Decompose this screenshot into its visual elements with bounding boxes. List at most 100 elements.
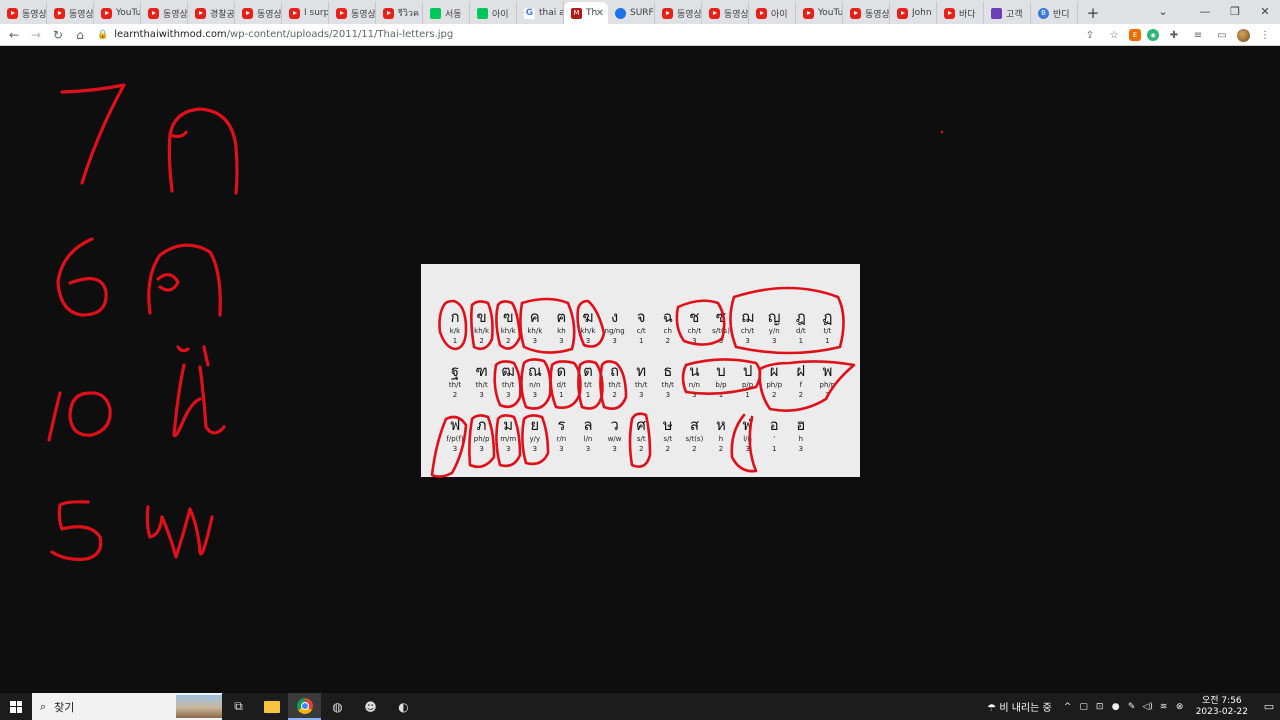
tab[interactable]: 동영상: [235, 2, 282, 24]
tab[interactable]: I surp: [282, 2, 329, 24]
thai-letter: ก: [450, 308, 460, 326]
volume-icon[interactable]: ◁): [1140, 702, 1156, 712]
minimize-icon[interactable]: —: [1190, 0, 1220, 22]
new-tab-icon[interactable]: +: [1082, 2, 1104, 24]
tab[interactable]: 아이: [749, 2, 796, 24]
letter-sound: n/n: [529, 381, 541, 389]
file-explorer-icon[interactable]: [255, 693, 288, 720]
weather-widget[interactable]: ☂ 비 내리는 중: [987, 699, 1052, 714]
app-icon-2[interactable]: ☻: [354, 693, 387, 720]
back-icon[interactable]: ←: [3, 24, 25, 46]
thai-letter-cell: ฎ d/t 1: [787, 308, 815, 346]
address-bar[interactable]: 🔒 learnthaiwithmod.com/wp-content/upload…: [97, 25, 1057, 45]
thai-letter-cell: บ b/p 1: [707, 362, 735, 400]
forward-icon[interactable]: →: [25, 24, 47, 46]
handwritten-number-5: [50, 500, 103, 561]
tray-expand-icon[interactable]: ^: [1060, 702, 1076, 712]
bookmark-star-icon[interactable]: ☆: [1105, 26, 1123, 44]
thai-letter-cell: ฉ ch 2: [654, 308, 682, 346]
letter-class: 3: [718, 337, 724, 345]
tab-label: 동영상: [257, 9, 281, 20]
tab[interactable]: 경찰공: [188, 2, 235, 24]
lock-status-icon[interactable]: ⊡: [1092, 702, 1108, 712]
tab-active[interactable]: M Th ✕: [564, 2, 608, 24]
windows-taskbar: ⌕ 찾기 ⧉ ◍ ☻ ◐ ☂ 비 내리는 중 ^ ▢ ⊡ ● ✎ ◁) ≋ ⊗ …: [0, 693, 1280, 720]
tab[interactable]: รีวิวค: [376, 2, 423, 24]
thai-letter: ง: [610, 308, 619, 326]
app-icon-1[interactable]: ◍: [321, 693, 354, 720]
thai-letter: ช: [689, 308, 700, 326]
start-button[interactable]: [0, 693, 32, 720]
restore-icon[interactable]: ❐: [1220, 0, 1250, 22]
handwritten-letter-kho: [147, 243, 222, 317]
reading-list-icon[interactable]: ≡: [1189, 26, 1207, 44]
letter-class: 3: [745, 337, 750, 345]
letter-sound: s/t(s): [685, 435, 704, 443]
tab[interactable]: 동영상: [329, 2, 376, 24]
letter-class: 2: [798, 391, 804, 399]
tab-search-icon[interactable]: ⌄: [1148, 0, 1178, 22]
tab[interactable]: 동영상: [843, 2, 890, 24]
side-panel-icon[interactable]: ▭: [1213, 26, 1231, 44]
tab[interactable]: B 반디: [1031, 2, 1078, 24]
tab[interactable]: 서동: [423, 2, 470, 24]
thai-letter-cell: อ ' 1: [760, 416, 788, 454]
chat-icon[interactable]: ▢: [1076, 702, 1092, 712]
tab[interactable]: John: [890, 2, 937, 24]
letter-sound: kh/k: [500, 327, 516, 335]
close-tab-icon[interactable]: ✕: [596, 8, 604, 19]
menu-icon[interactable]: ⋮: [1256, 26, 1274, 44]
tab[interactable]: YouTu: [796, 2, 843, 24]
tab[interactable]: 동영상: [655, 2, 702, 24]
thai-letter: ด: [556, 362, 567, 380]
tab[interactable]: SURF: [608, 2, 655, 24]
taskbar-search[interactable]: ⌕ 찾기: [32, 693, 222, 720]
letter-class: 3: [585, 337, 591, 345]
pen-icon[interactable]: ✎: [1124, 702, 1140, 712]
youtube-icon: [383, 7, 394, 19]
tab[interactable]: YouTube: [94, 2, 141, 24]
thai-letter-cell: ฐ th/t 2: [441, 362, 469, 400]
home-icon[interactable]: ⌂: [69, 24, 91, 46]
wifi-icon[interactable]: ≋: [1156, 702, 1172, 712]
thai-letter: ษ: [662, 416, 673, 434]
notification-icon[interactable]: ▭: [1258, 700, 1280, 713]
network-off-icon[interactable]: ⊗: [1172, 702, 1188, 712]
youtube-icon: [195, 7, 206, 19]
close-window-icon[interactable]: ✕: [1250, 0, 1280, 22]
letter-class: 3: [585, 445, 591, 453]
extension-green-icon[interactable]: ◉: [1147, 29, 1159, 41]
microphone-icon[interactable]: ●: [1108, 702, 1124, 712]
thai-letter-cell: ม m/m 3: [494, 416, 522, 454]
letter-class: 2: [665, 337, 671, 345]
thai-letter: ล: [583, 416, 593, 434]
tab[interactable]: 고객: [984, 2, 1031, 24]
thai-letter: ป: [742, 362, 753, 380]
tab[interactable]: 바다: [937, 2, 984, 24]
thai-letter-cell: ธ th/t 3: [654, 362, 682, 400]
chrome-icon[interactable]: [288, 693, 321, 720]
search-highlight-image: [176, 695, 222, 718]
task-view-icon[interactable]: ⧉: [222, 693, 255, 720]
tab[interactable]: 동영상: [0, 2, 47, 24]
clock[interactable]: 오전 7:56 2023-02-22: [1196, 696, 1248, 718]
tab[interactable]: 동영상: [141, 2, 188, 24]
reload-icon[interactable]: ↻: [47, 24, 69, 46]
thai-letter-cell: ท th/t 3: [627, 362, 655, 400]
profile-avatar[interactable]: [1237, 28, 1250, 42]
tab-strip: 동영상 동영상 YouTube 동영상 경찰공 동영상 I surp 동영상 รีวิวค 서동 아…: [0, 0, 1280, 24]
tab[interactable]: 아이: [470, 2, 517, 24]
youtube-icon: [336, 7, 347, 19]
system-tray: ☂ 비 내리는 중 ^ ▢ ⊡ ● ✎ ◁) ≋ ⊗ 오전 7:56 2023-…: [987, 693, 1280, 720]
tab[interactable]: Gthai a: [517, 2, 564, 24]
tab[interactable]: 동영상: [702, 2, 749, 24]
app-icon-3[interactable]: ◐: [387, 693, 420, 720]
thai-letter-cell: ภ ph/p 3: [468, 416, 496, 454]
extensions-puzzle-icon[interactable]: ✚: [1165, 26, 1183, 44]
tab[interactable]: 동영상: [47, 2, 94, 24]
share-icon[interactable]: ⇪: [1081, 26, 1099, 44]
letter-sound: s/t: [636, 435, 646, 443]
lock-icon[interactable]: 🔒: [97, 30, 108, 40]
letter-class: 3: [532, 337, 538, 345]
extension-orange-icon[interactable]: E: [1129, 29, 1141, 41]
